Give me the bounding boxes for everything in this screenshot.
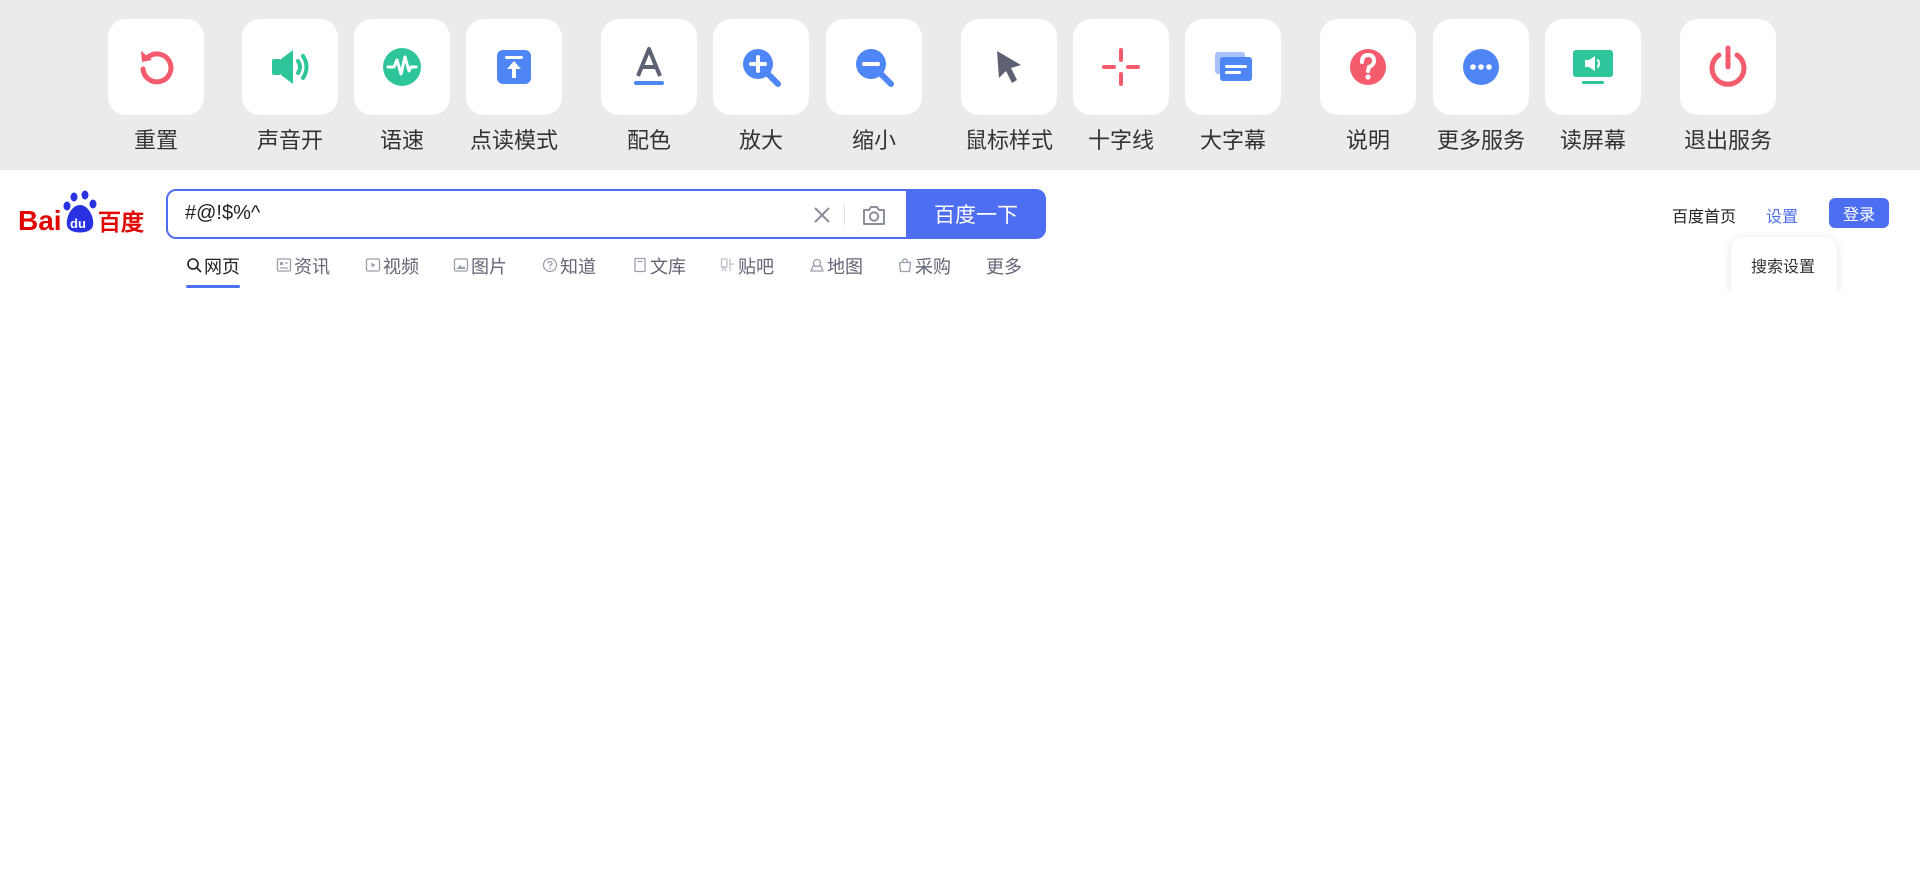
crosshair-button[interactable]: 十字线 [1073, 19, 1169, 155]
tab-purchase[interactable]: 采购 [897, 253, 951, 289]
settings-dropdown: 搜索设置 [1731, 237, 1837, 291]
speaker-on-icon [272, 50, 309, 84]
tab-label: 视频 [383, 257, 419, 278]
exit-service-tile [1680, 19, 1776, 115]
tab-images[interactable]: 图片 [453, 253, 507, 289]
more-services-tile [1433, 19, 1529, 115]
tab-label: 采购 [915, 257, 951, 278]
large-caption-tile [1185, 19, 1281, 115]
tieba-icon [720, 258, 734, 272]
close-icon [814, 207, 830, 223]
tab-wenku[interactable]: 文库 [632, 253, 686, 289]
zoom-in-icon [743, 49, 781, 87]
search-settings-item[interactable]: 搜索设置 [1751, 253, 1815, 277]
tab-label: 贴吧 [738, 257, 774, 278]
svg-text:du: du [70, 216, 86, 231]
search-input[interactable]: #@!$%^ [185, 202, 260, 225]
baidu-home-link[interactable]: 百度首页 [1672, 203, 1736, 227]
tab-label: 文库 [650, 257, 686, 278]
color-scheme-tile [601, 19, 697, 115]
power-icon [1709, 45, 1747, 87]
zoom-out-icon [856, 49, 894, 87]
zoom-out-label: 缩小 [851, 129, 896, 154]
speech-rate-tile [354, 19, 450, 115]
exit-service-button[interactable]: 退出服务 [1680, 19, 1776, 155]
help-tile [1320, 19, 1416, 115]
more-icon [1463, 49, 1499, 85]
bag-icon [898, 258, 912, 273]
speech-rate-icon [383, 48, 421, 86]
point-read-label: 点读模式 [469, 129, 558, 154]
tab-zhidao[interactable]: 知道 [542, 253, 596, 289]
large-caption-label: 大字幕 [1199, 129, 1266, 154]
sound-toggle-button[interactable]: 声音开 [242, 19, 338, 155]
search-button[interactable]: 百度一下 [906, 189, 1046, 239]
image-icon [453, 258, 469, 272]
tab-news[interactable]: 资讯 [276, 253, 330, 289]
zoom-out-tile [826, 19, 922, 115]
image-search-button[interactable] [859, 200, 889, 230]
sound-tile [242, 19, 338, 115]
cursor-style-button[interactable]: 鼠标样式 [961, 19, 1057, 155]
large-caption-button[interactable]: 大字幕 [1185, 19, 1281, 155]
svg-text:百度: 百度 [98, 209, 145, 236]
zoom-in-button[interactable]: 放大 [713, 19, 809, 155]
point-read-tile [466, 19, 562, 115]
help-icon [1350, 49, 1386, 85]
tab-more[interactable]: 更多 [986, 253, 1022, 289]
tab-web[interactable]: 网页 [186, 253, 240, 289]
color-scheme-button[interactable]: 配色 [601, 19, 697, 155]
baidu-logo-mark: Bai du 百度 [18, 190, 145, 236]
tab-label: 资讯 [294, 257, 330, 278]
reset-button[interactable]: 重置 [108, 19, 204, 155]
search-box[interactable]: #@!$%^ [166, 189, 906, 239]
large-caption-icon [1215, 52, 1252, 81]
crosshair-icon [1102, 48, 1140, 86]
video-icon [365, 258, 381, 272]
tab-label: 图片 [471, 257, 507, 278]
active-tab-indicator [186, 285, 240, 288]
tab-label: 更多 [986, 257, 1022, 278]
point-read-icon [497, 50, 531, 84]
settings-link[interactable]: 设置 [1766, 203, 1798, 227]
crosshair-tile [1073, 19, 1169, 115]
tab-label: 知道 [560, 257, 596, 278]
screen-reader-icon [1573, 50, 1613, 84]
accessibility-toolbar: 重置 声音开 语速 点读模式 配色 放大 缩小 鼠标样式 十字线 大字幕 说明 … [0, 0, 1920, 170]
tab-label: 地图 [827, 257, 863, 278]
tab-label: 网页 [204, 257, 240, 278]
tab-map[interactable]: 地图 [809, 253, 863, 289]
map-icon [810, 258, 824, 272]
cursor-style-tile [961, 19, 1057, 115]
tab-tieba[interactable]: 贴吧 [720, 253, 774, 289]
login-button[interactable]: 登录 [1829, 198, 1889, 228]
screen-reader-label: 读屏幕 [1559, 129, 1626, 154]
search-icon [187, 258, 202, 273]
clear-button[interactable] [808, 201, 836, 229]
speech-rate-button[interactable]: 语速 [354, 19, 450, 155]
doc-icon [634, 257, 646, 273]
zoom-in-tile [713, 19, 809, 115]
reset-label: 重置 [133, 129, 178, 154]
camera-icon [863, 206, 885, 225]
dropdown-mask [1725, 291, 1845, 311]
more-services-button[interactable]: 更多服务 [1433, 19, 1529, 155]
screen-reader-button[interactable]: 读屏幕 [1545, 19, 1641, 155]
reset-tile [108, 19, 204, 115]
point-read-button[interactable]: 点读模式 [466, 19, 562, 155]
tab-video[interactable]: 视频 [365, 253, 419, 289]
zoom-out-button[interactable]: 缩小 [826, 19, 922, 155]
news-icon [276, 258, 292, 272]
divider [844, 205, 845, 225]
question-icon [542, 257, 558, 273]
baidu-logo[interactable]: Bai du 百度 [18, 190, 148, 238]
color-scheme-icon [634, 47, 664, 85]
reset-icon [140, 51, 174, 85]
svg-text:Bai: Bai [18, 205, 62, 236]
help-button[interactable]: 说明 [1320, 19, 1416, 155]
screen-reader-tile [1545, 19, 1641, 115]
cursor-icon [997, 51, 1021, 83]
exit-service-label: 退出服务 [1683, 129, 1772, 154]
